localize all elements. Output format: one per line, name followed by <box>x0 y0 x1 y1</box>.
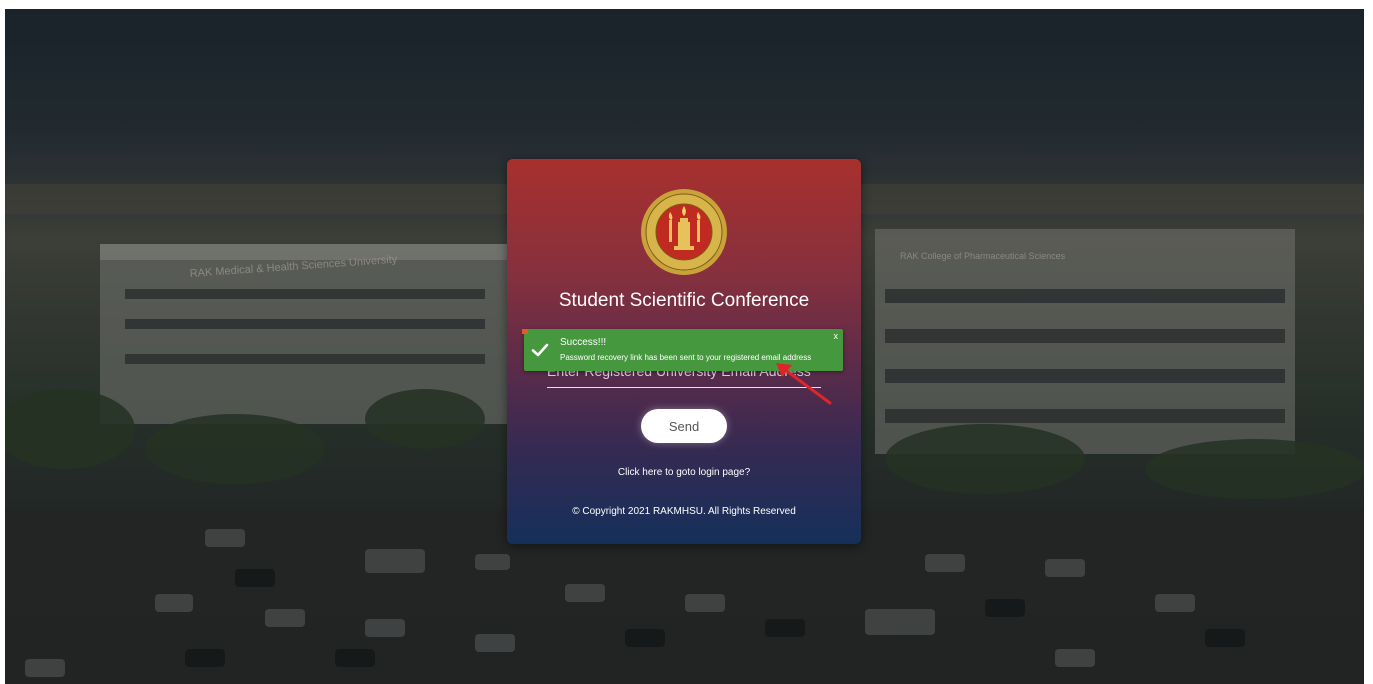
check-icon <box>531 343 549 357</box>
copyright-text: © Copyright 2021 RAKMHSU. All Rights Res… <box>572 506 796 517</box>
toast-accent-bar <box>522 329 528 334</box>
red-arrow-icon <box>776 363 832 405</box>
toast-close-button[interactable]: x <box>834 331 839 341</box>
university-seal-icon <box>641 189 727 275</box>
page-title: Student Scientific Conference <box>558 290 810 311</box>
send-button[interactable]: Send <box>641 409 727 443</box>
toast-title: Success!!! <box>560 337 607 348</box>
goto-login-link[interactable]: Click here to goto login page? <box>507 467 861 478</box>
